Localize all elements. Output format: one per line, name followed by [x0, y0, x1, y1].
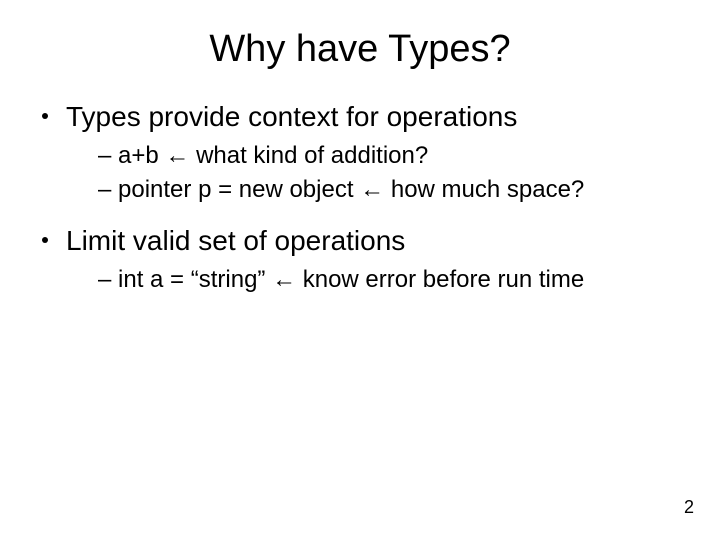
sub-bullet: – a+b ← what kind of addition?: [42, 140, 690, 172]
bullet-text: Types provide context for operations: [66, 99, 517, 134]
bullet-text: Limit valid set of operations: [66, 223, 405, 258]
bullet-dot-icon: [42, 237, 48, 243]
bullet-dot-icon: [42, 113, 48, 119]
sub-bullet: – pointer p = new object ← how much spac…: [42, 174, 690, 206]
page-number: 2: [684, 497, 694, 518]
bullet-item: Types provide context for operations: [42, 99, 690, 134]
slide-body: Types provide context for operations – a…: [0, 99, 720, 296]
bullet-item: Limit valid set of operations: [42, 223, 690, 258]
slide-title: Why have Types?: [0, 0, 720, 99]
sub-bullet: – int a = “string” ← know error before r…: [42, 264, 690, 296]
